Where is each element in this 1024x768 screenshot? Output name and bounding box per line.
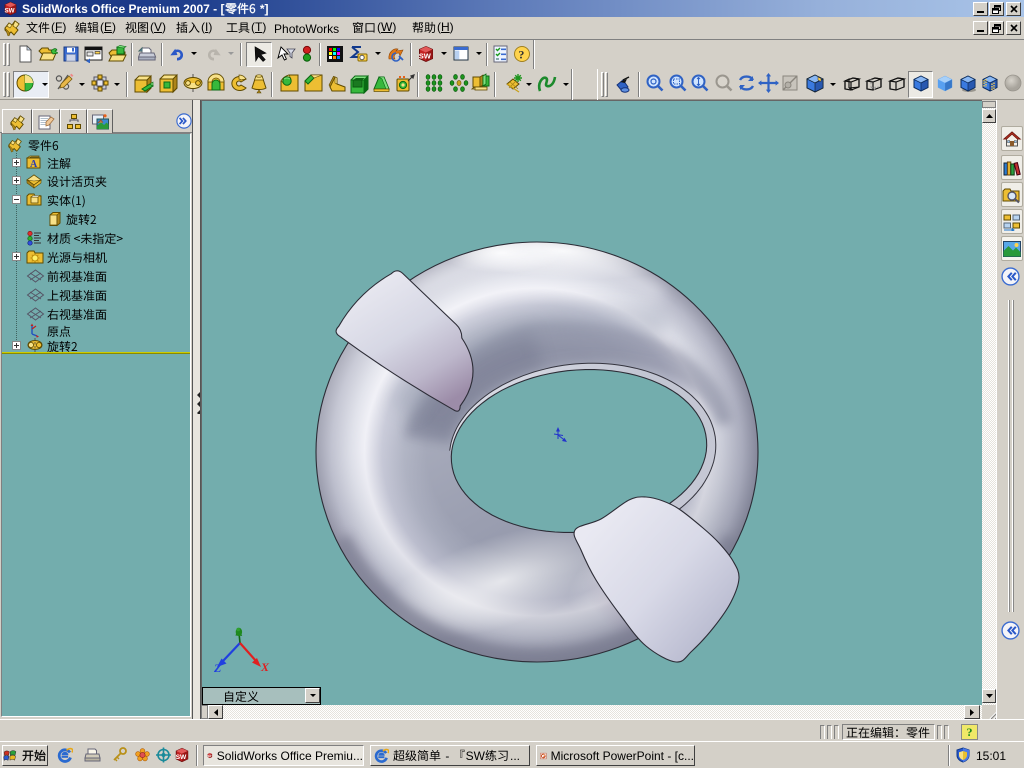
- svg-text:A: A: [30, 159, 38, 170]
- svg-text:?: ?: [518, 47, 524, 61]
- svg-text:Z: Z: [213, 661, 222, 675]
- svg-text:SW: SW: [5, 7, 15, 14]
- svg-text:SW: SW: [176, 754, 187, 761]
- svg-text:SW: SW: [419, 52, 432, 61]
- svg-text:X: X: [260, 660, 270, 674]
